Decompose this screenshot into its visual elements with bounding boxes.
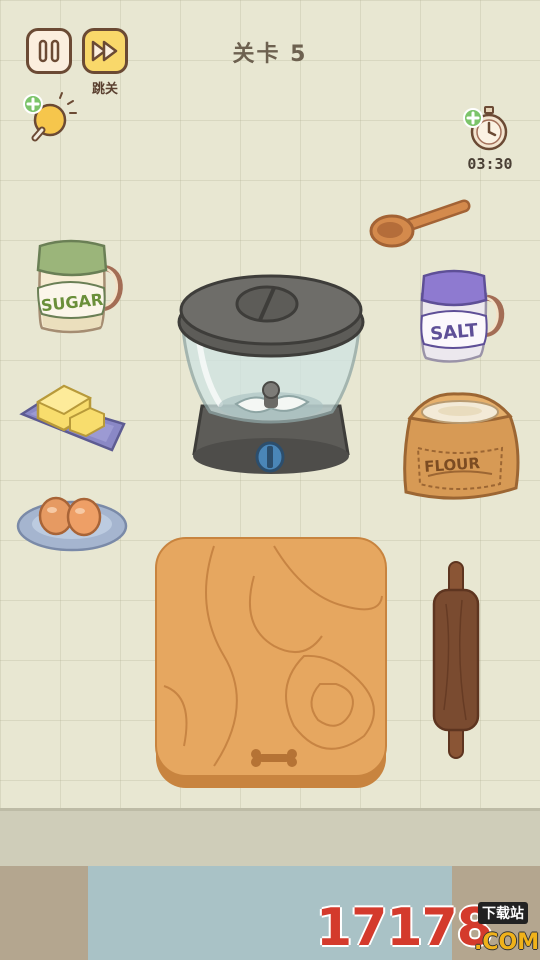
blender[interactable] bbox=[176, 266, 366, 488]
wooden-spoon[interactable] bbox=[368, 196, 472, 256]
watermark-site-label: 下载站 bbox=[478, 902, 528, 924]
rolling-pin[interactable] bbox=[428, 560, 484, 760]
lightbulb-icon bbox=[23, 92, 77, 142]
hint-button[interactable] bbox=[20, 92, 80, 152]
cabinet-left bbox=[0, 866, 88, 960]
watermark-number: 17178 bbox=[316, 898, 493, 958]
timer-readout: 03:30 bbox=[467, 155, 513, 173]
eggs-plate[interactable] bbox=[16, 490, 128, 554]
butter-dish[interactable] bbox=[18, 380, 128, 458]
skip-level-label: 跳关 bbox=[91, 82, 118, 97]
salt-label: SALT bbox=[429, 320, 479, 345]
salt-jar[interactable]: SALT bbox=[412, 268, 512, 368]
sugar-jar[interactable]: SUGAR bbox=[30, 236, 130, 340]
watermark-domain: .COM bbox=[474, 930, 540, 955]
cutting-board[interactable] bbox=[154, 536, 388, 790]
add-time-button[interactable] bbox=[460, 104, 516, 156]
flour-sack[interactable]: FLOUR bbox=[398, 388, 524, 508]
counter-edge bbox=[0, 808, 540, 871]
stopwatch-icon bbox=[463, 106, 508, 151]
level-title: 关卡 5 bbox=[232, 42, 308, 67]
